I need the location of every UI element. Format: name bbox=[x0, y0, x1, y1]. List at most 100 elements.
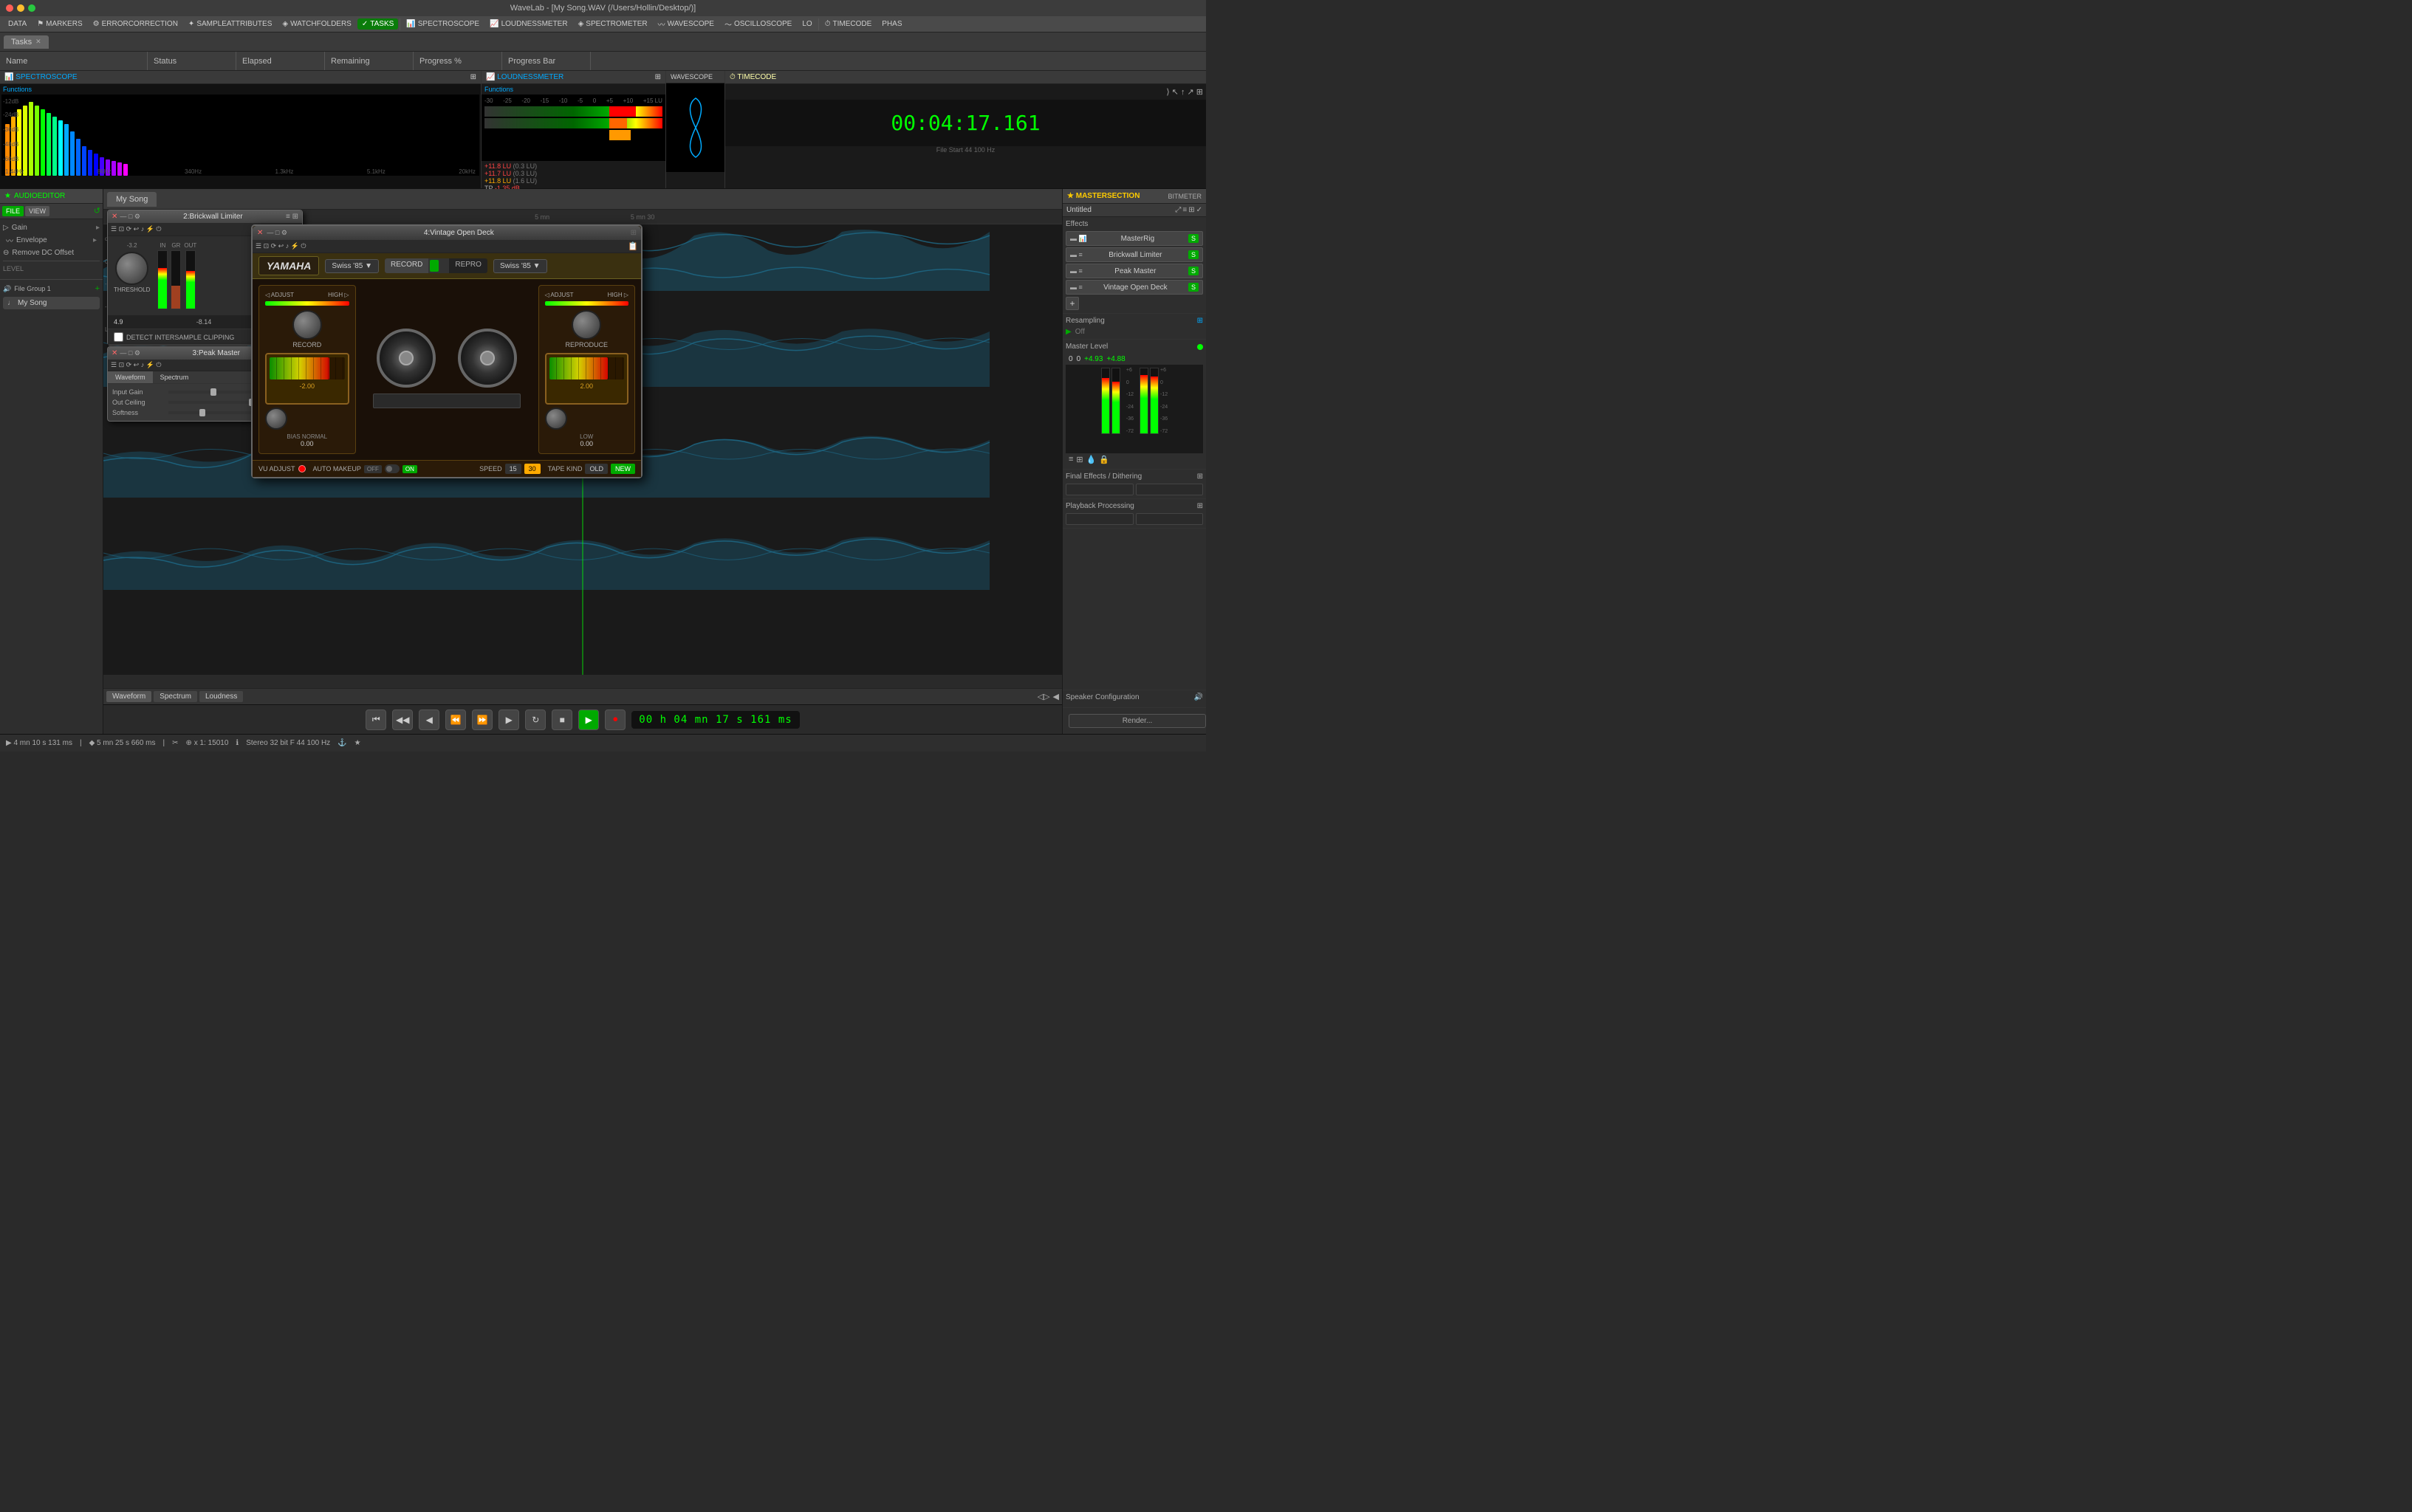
menu-watchfolders[interactable]: ◈ WATCHFOLDERS bbox=[278, 18, 355, 30]
model-select-left[interactable]: Swiss '85 ▼ bbox=[325, 259, 379, 273]
ml-tool-2[interactable]: ⊞ bbox=[1076, 455, 1083, 464]
timecode-panel: ⏱ TIMECODE ⟩ ↖ ↑ ↗ ⊞ 00:04:17.161 File S… bbox=[725, 71, 1206, 188]
waveform-tab-btn[interactable]: Waveform bbox=[106, 691, 151, 702]
ae-refresh[interactable]: ↺ bbox=[94, 206, 100, 216]
menu-data[interactable]: DATA bbox=[4, 18, 31, 30]
stop-btn[interactable]: ■ bbox=[552, 709, 572, 730]
status-separator-2: | bbox=[163, 739, 165, 747]
rewind-to-start-btn[interactable]: ⏮ bbox=[366, 709, 386, 730]
prev-btn[interactable]: ◀◀ bbox=[392, 709, 413, 730]
effect-brickwall[interactable]: ▬ ≡ Brickwall Limiter S bbox=[1066, 247, 1203, 262]
threshold-knob[interactable] bbox=[115, 252, 148, 285]
repro-knob[interactable] bbox=[572, 310, 601, 340]
add-effect-btn[interactable]: + bbox=[1066, 297, 1079, 310]
ae-remove-dc-item[interactable]: ⊖ Remove DC Offset bbox=[3, 247, 100, 258]
loudness-functions[interactable]: Functions bbox=[482, 84, 665, 94]
maximize-button[interactable] bbox=[28, 4, 35, 12]
low-knob[interactable] bbox=[545, 408, 567, 430]
playback-expand[interactable]: ⊞ bbox=[1197, 502, 1203, 510]
bias-knob[interactable] bbox=[265, 408, 287, 430]
play-btn[interactable]: ▶ bbox=[578, 709, 599, 730]
rewind-btn[interactable]: ◀ bbox=[419, 709, 439, 730]
resampling-expand[interactable]: ⊞ bbox=[1197, 317, 1203, 325]
spectrum-tab[interactable]: Spectrum bbox=[153, 371, 196, 383]
speed-15[interactable]: 15 bbox=[505, 464, 521, 474]
detect-checkbox[interactable]: DETECT INTERSAMPLE CLIPPING bbox=[114, 332, 234, 342]
menu-spectroscope[interactable]: 📊 SPECTROSCOPE bbox=[402, 18, 484, 30]
zoom-out-icon[interactable]: ◁▷ bbox=[1038, 692, 1050, 701]
my-song-item[interactable]: ♩ My Song bbox=[3, 297, 100, 309]
speaker-volume-icon[interactable]: 🔊 bbox=[1194, 693, 1203, 701]
masterrig-s-btn[interactable]: S bbox=[1188, 234, 1199, 243]
peak-master-close[interactable]: ✕ bbox=[112, 349, 117, 357]
loudness-tab-btn[interactable]: Loudness bbox=[199, 691, 243, 702]
tasks-tab[interactable]: Tasks ✕ bbox=[4, 35, 49, 49]
col-progress-pct: Progress % bbox=[414, 52, 502, 70]
final-effects-slots bbox=[1066, 484, 1203, 495]
add-file-group[interactable]: + bbox=[95, 284, 100, 293]
ml-tool-1[interactable]: ≡ bbox=[1069, 455, 1073, 464]
minimize-button[interactable] bbox=[17, 4, 24, 12]
ae-view-btn[interactable]: VIEW bbox=[25, 206, 49, 216]
master-tool-2[interactable]: ≡ bbox=[1182, 206, 1187, 214]
loop-btn[interactable]: ↻ bbox=[525, 709, 546, 730]
ae-gain-item[interactable]: ▷ Gain ▸ bbox=[3, 222, 100, 233]
final-effects-expand[interactable]: ⊞ bbox=[1197, 472, 1203, 481]
playback-slot-2[interactable] bbox=[1136, 513, 1204, 525]
close-button[interactable] bbox=[6, 4, 13, 12]
vintage-s-btn[interactable]: S bbox=[1188, 283, 1199, 292]
scroll-left-icon[interactable]: ◀ bbox=[1053, 692, 1059, 701]
ml-tool-4[interactable]: 🔒 bbox=[1099, 455, 1109, 464]
waveform-tab[interactable]: Waveform bbox=[108, 371, 153, 383]
peakmaster-s-btn[interactable]: S bbox=[1188, 267, 1199, 275]
menu-markers[interactable]: ⚑ MARKERS bbox=[32, 18, 86, 30]
next-btn[interactable]: ▶ bbox=[498, 709, 519, 730]
menu-spectrometer[interactable]: ◈ SPECTROMETER bbox=[574, 18, 652, 30]
menu-oscilloscope[interactable]: 〜 OSCILLOSCOPE bbox=[720, 17, 796, 31]
menu-phas[interactable]: PHAS bbox=[877, 18, 906, 30]
record-knob[interactable] bbox=[292, 310, 322, 340]
menu-loudnessmeter[interactable]: 📈 LOUDNESSMETER bbox=[485, 18, 572, 30]
ae-file-btn[interactable]: FILE bbox=[2, 206, 24, 216]
input-gain-slider[interactable] bbox=[168, 391, 258, 394]
effect-peakmaster[interactable]: ▬ ≡ Peak Master S bbox=[1066, 264, 1203, 278]
final-slot-1[interactable] bbox=[1066, 484, 1134, 495]
menu-errorcorrection[interactable]: ⚙ ERRORCORRECTION bbox=[89, 18, 182, 30]
brickwall-close[interactable]: ✕ bbox=[112, 213, 117, 221]
status-tool[interactable]: ✂ bbox=[172, 739, 178, 747]
ml-tool-3[interactable]: 💧 bbox=[1086, 455, 1097, 464]
menu-sampleattributes[interactable]: ✦ SAMPLEATTRIBUTES bbox=[184, 18, 276, 30]
menu-wavescope[interactable]: 〰 WAVESCOPE bbox=[654, 17, 719, 31]
out-ceiling-slider[interactable] bbox=[168, 401, 258, 404]
playback-slot-1[interactable] bbox=[1066, 513, 1134, 525]
loudness-expand[interactable]: ⊞ bbox=[655, 73, 661, 81]
master-tool-1[interactable]: ⤢ bbox=[1175, 206, 1181, 214]
tape-new[interactable]: NEW bbox=[611, 464, 635, 474]
repro-toggle[interactable]: REPRO bbox=[449, 258, 487, 273]
auto-makeup-toggle[interactable] bbox=[385, 464, 400, 473]
record-toggle[interactable]: RECORD bbox=[385, 258, 428, 273]
fast-rewind-btn[interactable]: ⏪ bbox=[445, 709, 466, 730]
vintage-deck-close[interactable]: ✕ bbox=[257, 229, 263, 237]
speed-30[interactable]: 30 bbox=[524, 464, 541, 474]
final-slot-2[interactable] bbox=[1136, 484, 1204, 495]
fast-forward-btn[interactable]: ⏩ bbox=[472, 709, 493, 730]
tape-old[interactable]: OLD bbox=[585, 464, 608, 474]
spectroscope-functions[interactable]: Functions bbox=[0, 84, 481, 94]
record-btn[interactable]: ⏺ bbox=[605, 709, 626, 730]
effect-vintage[interactable]: ▬ ≡ Vintage Open Deck S bbox=[1066, 280, 1203, 295]
record-repro-switch[interactable] bbox=[428, 258, 449, 273]
render-button[interactable]: Render... bbox=[1069, 714, 1206, 728]
ae-envelope-item[interactable]: 〰 Envelope ▸ bbox=[3, 233, 100, 247]
spectroscope-expand[interactable]: ⊞ bbox=[470, 73, 476, 81]
master-tool-3[interactable]: ⊞ bbox=[1188, 206, 1194, 214]
master-tool-4[interactable]: ✓ bbox=[1196, 206, 1202, 214]
menu-tasks[interactable]: ✓ TASKS bbox=[357, 18, 398, 30]
spectrum-tab-btn[interactable]: Spectrum bbox=[154, 691, 197, 702]
menu-lo[interactable]: LO bbox=[798, 18, 816, 30]
menu-timecode[interactable]: ⏱ TIMECODE bbox=[820, 18, 877, 30]
brickwall-s-btn[interactable]: S bbox=[1188, 250, 1199, 259]
effect-masterrig[interactable]: ▬ 📊 MasterRig S bbox=[1066, 231, 1203, 246]
song-name-tab[interactable]: My Song bbox=[107, 192, 157, 207]
model-select-right[interactable]: Swiss '85 ▼ bbox=[493, 259, 547, 273]
